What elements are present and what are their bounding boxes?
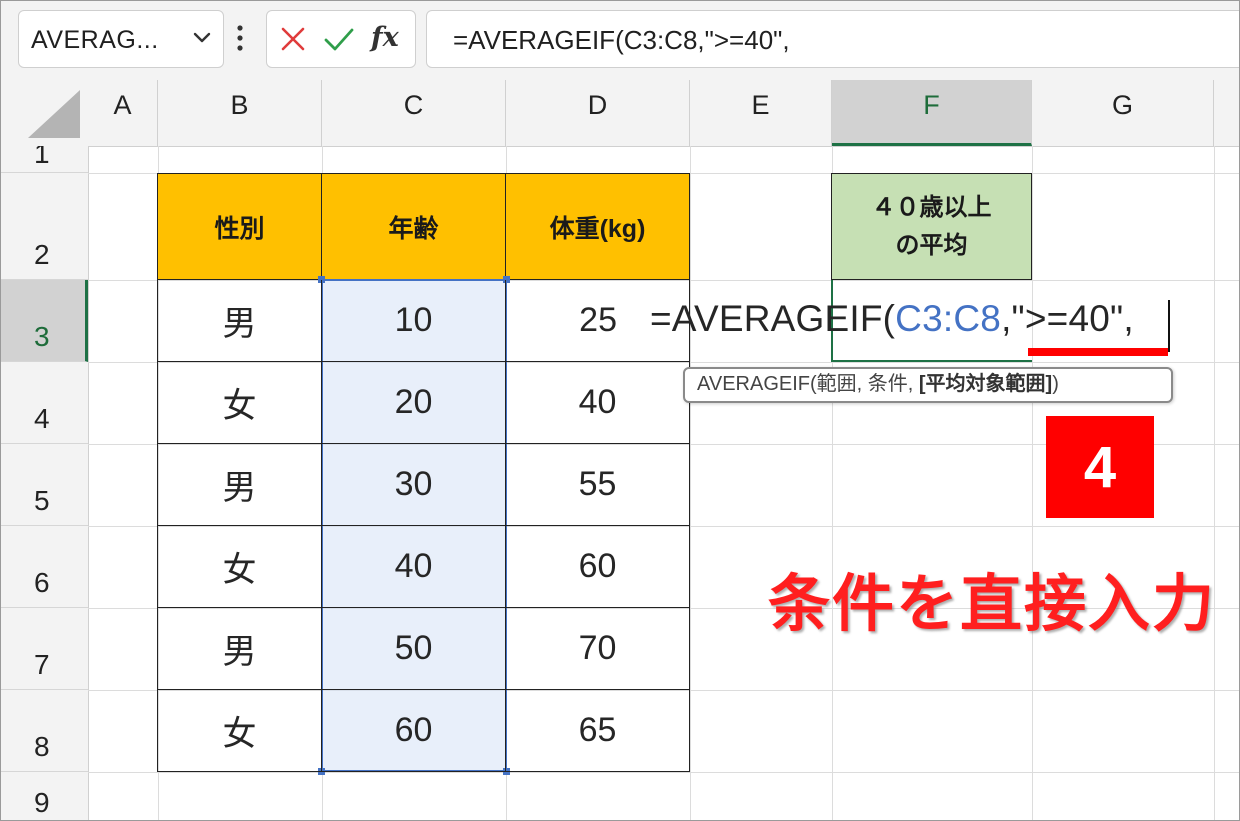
cell-b5[interactable]: 男: [157, 444, 322, 526]
criteria-highlight-underline: [1028, 348, 1168, 356]
cell-b3[interactable]: 男: [157, 280, 322, 362]
chevron-down-icon[interactable]: [191, 27, 213, 49]
insert-function-button[interactable]: fx: [371, 22, 399, 53]
function-signature-tooltip[interactable]: AVERAGEIF(範囲, 条件, [平均対象範囲]): [683, 367, 1173, 403]
column-header-b[interactable]: B: [158, 80, 322, 146]
row-number: 2: [34, 239, 50, 270]
row-number: 9: [34, 787, 50, 818]
formula-buttons: fx: [266, 10, 416, 68]
cell-b8[interactable]: 女: [157, 690, 322, 772]
cross-icon[interactable]: [279, 25, 307, 53]
tooltip-function: AVERAGEIF(: [697, 373, 817, 395]
cell-c8[interactable]: 60: [322, 690, 506, 772]
cell-f2-result-header[interactable]: ４０歳以上 の平均: [831, 173, 1032, 280]
excel-window: AVERAG... fx =AVERAGEIF(C3:C8,">=40", A …: [0, 0, 1240, 821]
formula-input[interactable]: =AVERAGEIF(C3:C8,">=40",: [426, 10, 1240, 68]
row-number: 6: [34, 567, 50, 598]
cell-c5[interactable]: 30: [322, 444, 506, 526]
cell-d6[interactable]: 60: [506, 526, 690, 608]
tooltip-optional-arg: [平均対象範囲]: [918, 373, 1053, 395]
tooltip-args: 範囲, 条件,: [816, 373, 919, 395]
row-number: 1: [34, 146, 50, 169]
column-header-e[interactable]: E: [690, 80, 832, 146]
name-box[interactable]: AVERAG...: [18, 10, 224, 68]
table-header-gender[interactable]: 性別: [157, 173, 322, 280]
row-header-7[interactable]: 7: [0, 608, 88, 690]
column-header-f[interactable]: F: [832, 80, 1032, 146]
result-header-line1: ４０歳以上: [871, 193, 992, 221]
annotation-caption: 条件を直接入力: [768, 570, 1217, 639]
column-header-g[interactable]: G: [1032, 80, 1214, 146]
formula-prefix: =AVERAGEIF(: [650, 298, 896, 339]
row-number: 7: [34, 649, 50, 680]
formula-criteria: ,">=40",: [1001, 298, 1134, 339]
active-cell-border: [831, 360, 1032, 362]
tooltip-close: ): [1052, 373, 1059, 395]
row-number: 5: [34, 485, 50, 516]
cell-f3-editor[interactable]: =AVERAGEIF(C3:C8,">=40",: [650, 297, 1134, 341]
table-header-age[interactable]: 年齢: [322, 173, 506, 280]
vertical-ellipsis-icon[interactable]: [236, 24, 244, 54]
gridline: [690, 146, 691, 821]
step-number-badge: 4: [1046, 416, 1154, 518]
row-header-9[interactable]: 9: [0, 772, 88, 821]
gridline: [88, 772, 1240, 773]
row-header-2[interactable]: 2: [0, 173, 88, 280]
cell-d4[interactable]: 40: [506, 362, 690, 444]
row-header-3[interactable]: 3: [0, 280, 88, 362]
row-header-4[interactable]: 4: [0, 362, 88, 444]
column-header-d[interactable]: D: [506, 80, 690, 146]
row-header-1[interactable]: 1: [0, 146, 88, 173]
cell-c4[interactable]: 20: [322, 362, 506, 444]
column-header-a[interactable]: A: [88, 80, 158, 146]
cell-d8[interactable]: 65: [506, 690, 690, 772]
cell-d5[interactable]: 55: [506, 444, 690, 526]
select-all-triangle-icon[interactable]: [24, 88, 82, 140]
row-number: 4: [34, 403, 50, 434]
name-box-value: AVERAG...: [31, 26, 159, 54]
cell-b4[interactable]: 女: [157, 362, 322, 444]
formula-bar: AVERAG... fx =AVERAGEIF(C3:C8,">=40",: [0, 0, 1240, 81]
cell-c3[interactable]: 10: [322, 280, 506, 362]
checkmark-icon[interactable]: [323, 25, 355, 53]
text-cursor: [1168, 300, 1170, 352]
row-number: 3: [34, 321, 50, 352]
cell-c6[interactable]: 40: [322, 526, 506, 608]
cell-b6[interactable]: 女: [157, 526, 322, 608]
formula-input-value: =AVERAGEIF(C3:C8,">=40",: [453, 25, 790, 55]
gridline: [1214, 146, 1215, 821]
formula-range-reference: C3:C8: [895, 298, 1002, 339]
row-header-8[interactable]: 8: [0, 690, 88, 772]
cell-d7[interactable]: 70: [506, 608, 690, 690]
row-header-6[interactable]: 6: [0, 526, 88, 608]
gridline: [1032, 146, 1033, 821]
row-number: 8: [34, 731, 50, 762]
cell-c7[interactable]: 50: [322, 608, 506, 690]
cell-b7[interactable]: 男: [157, 608, 322, 690]
column-header-c[interactable]: C: [322, 80, 506, 146]
result-header-line2: の平均: [895, 231, 968, 259]
table-header-weight[interactable]: 体重(kg): [506, 173, 690, 280]
row-header-5[interactable]: 5: [0, 444, 88, 526]
